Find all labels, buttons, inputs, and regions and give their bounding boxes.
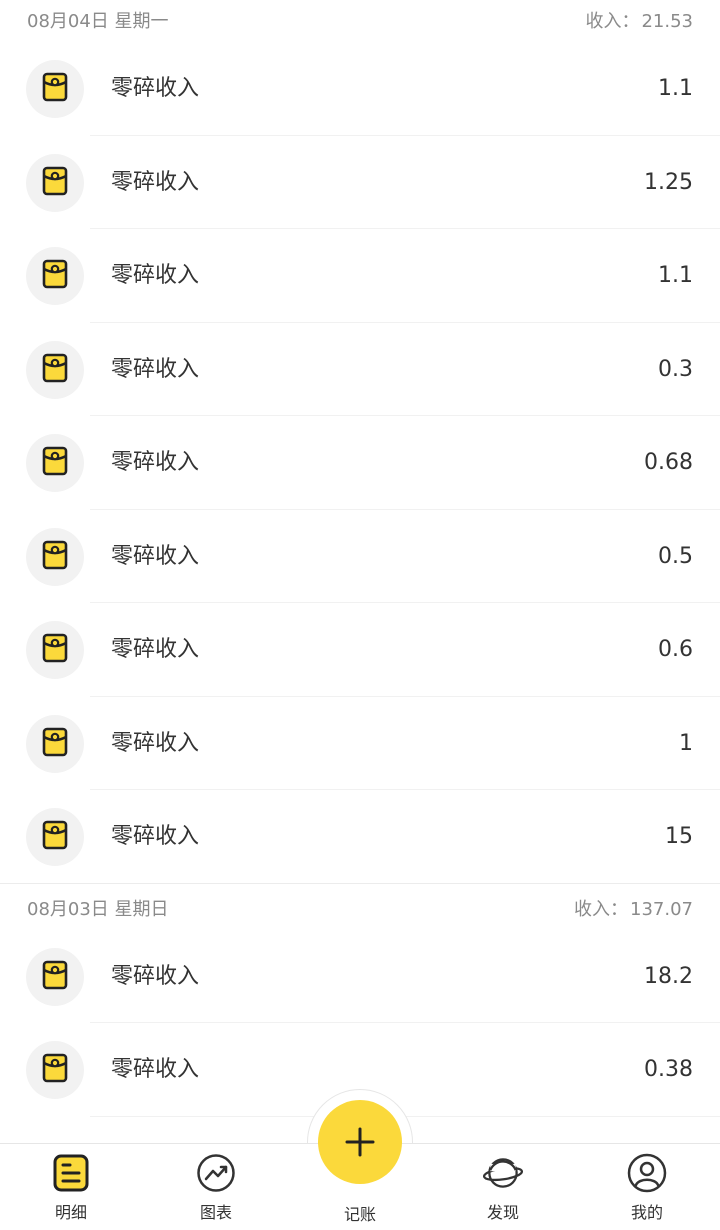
red-envelope-icon	[42, 1053, 68, 1087]
item-amount: 1.25	[644, 169, 693, 195]
income-sum-label: 收入：	[574, 898, 629, 920]
tab-label: 发现	[486, 1203, 519, 1222]
item-amount: 0.3	[658, 356, 693, 382]
red-envelope-icon	[42, 166, 68, 200]
tab-discover[interactable]: 发现	[448, 1144, 558, 1230]
weekday-text: 星期一	[114, 11, 169, 32]
category-icon-wrap	[26, 340, 84, 399]
item-category: 零碎收入	[111, 263, 200, 288]
category-icon-wrap	[26, 434, 84, 492]
list-item[interactable]: 零碎收入 1.1	[0, 42, 720, 136]
user-icon	[627, 1153, 667, 1193]
tab-label-add: 记账	[343, 1205, 376, 1224]
item-amount: 0.38	[644, 1057, 693, 1082]
list-icon	[51, 1153, 91, 1193]
weekday-text: 星期日	[114, 898, 169, 920]
item-category: 零碎收入	[111, 1057, 200, 1082]
day-income-sum: 收入： 137.07	[574, 895, 693, 921]
red-envelope-icon	[42, 540, 68, 574]
tab-charts[interactable]: 图表	[161, 1144, 271, 1230]
list-item[interactable]: 零碎收入 1	[0, 697, 720, 790]
income-sum-value: 21.53	[641, 11, 693, 32]
category-icon-wrap	[26, 808, 84, 866]
chart-icon	[196, 1153, 236, 1193]
red-envelope-icon	[42, 446, 68, 480]
category-icon-wrap	[26, 1041, 84, 1099]
category-icon-wrap	[26, 247, 84, 305]
red-envelope-icon	[42, 72, 68, 106]
date-text: 08月03日	[27, 898, 109, 920]
item-category: 零碎收入	[111, 824, 200, 849]
item-amount: 1	[679, 730, 693, 756]
item-category: 零碎收入	[111, 637, 200, 662]
tab-me[interactable]: 我的	[592, 1144, 702, 1230]
category-icon-wrap	[26, 621, 84, 679]
list-item[interactable]: 零碎收入 0.3	[0, 323, 720, 416]
list-item[interactable]: 零碎收入 0.5	[0, 510, 720, 603]
list-item[interactable]: 零碎收入 1.25	[0, 136, 720, 229]
item-amount: 0.68	[644, 450, 693, 475]
item-category: 零碎收入	[111, 356, 200, 382]
category-icon-wrap	[26, 153, 84, 212]
tab-label: 我的	[630, 1203, 663, 1222]
item-category: 零碎收入	[111, 963, 200, 989]
category-icon-wrap	[26, 527, 84, 586]
red-envelope-icon	[42, 259, 68, 293]
list-item[interactable]: 零碎收入 0.6	[0, 603, 720, 697]
item-amount: 1.1	[658, 263, 693, 288]
item-amount: 0.5	[658, 543, 693, 569]
row-divider	[0, 882, 720, 884]
item-category: 零碎收入	[111, 543, 200, 569]
red-envelope-icon	[42, 820, 68, 854]
list-item[interactable]: 零碎收入 18.2	[0, 930, 720, 1023]
item-category: 零碎收入	[111, 450, 200, 475]
category-icon-wrap	[26, 714, 84, 773]
category-icon-wrap	[26, 60, 84, 118]
day-header: 08月03日 星期日 收入： 137.07	[0, 886, 720, 930]
list-item[interactable]: 零碎收入 1.1	[0, 229, 720, 323]
category-icon-wrap	[26, 947, 84, 1006]
tab-label: 图表	[199, 1203, 232, 1222]
red-envelope-icon	[42, 960, 68, 994]
red-envelope-icon	[42, 633, 68, 667]
item-amount: 1.1	[658, 76, 693, 101]
red-envelope-icon	[42, 353, 68, 387]
day-header: 08月04日 星期一 收入： 21.53	[0, 0, 720, 42]
date-text: 08月04日	[27, 11, 109, 32]
item-amount: 15	[665, 824, 693, 849]
item-category: 零碎收入	[111, 76, 200, 101]
planet-icon	[483, 1153, 523, 1193]
red-envelope-icon	[42, 727, 68, 761]
add-record-button[interactable]	[318, 1100, 402, 1184]
day-income-sum: 收入： 21.53	[585, 7, 693, 33]
item-amount: 18.2	[644, 963, 693, 989]
day-date: 08月03日 星期日	[27, 895, 169, 921]
list-item[interactable]: 零碎收入 0.68	[0, 416, 720, 510]
tab-details[interactable]: 明细	[16, 1144, 126, 1230]
item-category: 零碎收入	[111, 730, 200, 756]
transaction-list: 08月04日 星期一 收入： 21.53 零碎收入 1.1 零碎收入 1.25 零碎收入 1…	[0, 0, 720, 1117]
tab-label: 明细	[54, 1203, 87, 1222]
item-category: 零碎收入	[111, 169, 200, 195]
day-date: 08月04日 星期一	[27, 7, 169, 33]
income-sum-label: 收入：	[585, 11, 640, 32]
plus-icon	[345, 1127, 375, 1157]
list-item[interactable]: 零碎收入 15	[0, 790, 720, 884]
income-sum-value: 137.07	[630, 898, 693, 920]
item-amount: 0.6	[658, 637, 693, 662]
